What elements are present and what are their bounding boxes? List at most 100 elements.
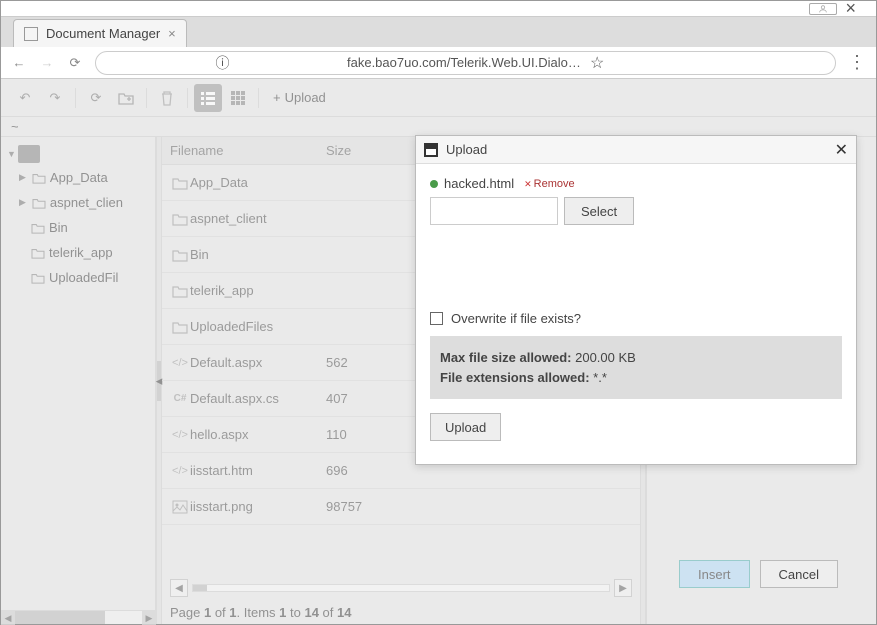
app-toolbar: ↶ ↷ ⟳ +Upload bbox=[1, 79, 876, 117]
expand-icon[interactable]: ▼ bbox=[7, 149, 16, 159]
site-info-icon[interactable]: ⓘ bbox=[104, 55, 341, 71]
browser-menu-icon[interactable]: ⋮ bbox=[848, 52, 866, 73]
folder-icon bbox=[31, 222, 45, 234]
list-row[interactable]: iisstart.png98757 bbox=[162, 489, 640, 525]
row-filename: hello.aspx bbox=[190, 427, 326, 442]
dialog-icon bbox=[424, 143, 438, 157]
upload-info-box: Max file size allowed: 200.00 KB File ex… bbox=[430, 336, 842, 399]
folder-icon bbox=[170, 248, 190, 262]
scroll-thumb[interactable] bbox=[15, 611, 105, 624]
max-size-value: 200.00 KB bbox=[572, 350, 636, 365]
file-path-input[interactable] bbox=[430, 197, 558, 225]
list-view-icon[interactable] bbox=[194, 84, 222, 112]
pager: Page 1 of 1. Items 1 to 14 of 14 bbox=[162, 601, 640, 624]
scroll-track[interactable] bbox=[192, 584, 610, 592]
scroll-right-icon[interactable]: ▶ bbox=[142, 611, 156, 624]
expand-icon[interactable]: ▶ bbox=[19, 197, 26, 208]
undo-icon[interactable]: ↶ bbox=[11, 84, 39, 112]
row-size: 696 bbox=[326, 463, 348, 478]
browser-tabs: Document Manager × bbox=[1, 17, 876, 47]
row-filename: Bin bbox=[190, 247, 326, 262]
selected-file-name: hacked.html bbox=[444, 176, 514, 191]
separator bbox=[187, 88, 188, 108]
separator bbox=[75, 88, 76, 108]
breadcrumb: ~ bbox=[1, 117, 876, 137]
tree-item-label: telerik_app bbox=[49, 245, 113, 260]
row-filename: Default.aspx bbox=[190, 355, 326, 370]
max-size-label: Max file size allowed: bbox=[440, 350, 572, 365]
dialog-footer: Insert Cancel bbox=[679, 560, 838, 588]
browser-tab[interactable]: Document Manager × bbox=[13, 19, 187, 47]
scroll-thumb[interactable] bbox=[193, 585, 207, 591]
status-dot-icon bbox=[430, 180, 438, 188]
row-size: 98757 bbox=[326, 499, 362, 514]
row-filename: telerik_app bbox=[190, 283, 326, 298]
reload-icon[interactable]: ⟳ bbox=[67, 55, 83, 71]
row-size: 407 bbox=[326, 391, 348, 406]
select-button[interactable]: Select bbox=[564, 197, 634, 225]
scroll-left-button[interactable]: ◀ bbox=[170, 579, 188, 597]
window-close-icon[interactable]: × bbox=[845, 0, 856, 19]
separator bbox=[146, 88, 147, 108]
row-filename: UploadedFiles bbox=[190, 319, 326, 334]
col-size[interactable]: Size bbox=[326, 143, 351, 158]
folder-icon bbox=[31, 272, 45, 284]
delete-icon[interactable] bbox=[153, 84, 181, 112]
bookmark-star-icon[interactable]: ☆ bbox=[590, 53, 827, 73]
separator bbox=[258, 88, 259, 108]
grid-view-icon[interactable] bbox=[224, 84, 252, 112]
row-size: 562 bbox=[326, 355, 348, 370]
window-chrome-top: × bbox=[1, 1, 876, 17]
back-icon[interactable]: ← bbox=[11, 55, 27, 71]
tree-item[interactable]: ▶App_Data bbox=[5, 165, 151, 190]
new-folder-icon[interactable] bbox=[112, 84, 140, 112]
upload-button[interactable]: +Upload bbox=[265, 90, 334, 105]
tab-close-icon[interactable]: × bbox=[168, 26, 176, 41]
cancel-button[interactable]: Cancel bbox=[760, 560, 838, 588]
refresh-icon[interactable]: ⟳ bbox=[82, 84, 110, 112]
overwrite-checkbox[interactable] bbox=[430, 312, 443, 325]
row-filename: Default.aspx.cs bbox=[190, 391, 326, 406]
folder-icon bbox=[170, 212, 190, 226]
code-icon: </> bbox=[170, 465, 190, 477]
forward-icon[interactable]: → bbox=[39, 55, 55, 71]
folder-icon bbox=[170, 320, 190, 334]
tree-item[interactable]: Bin bbox=[5, 215, 151, 240]
tree-item-label: Bin bbox=[49, 220, 68, 235]
user-account-icon[interactable] bbox=[809, 3, 837, 15]
do-upload-button[interactable]: Upload bbox=[430, 413, 501, 441]
tree-horizontal-scrollbar[interactable]: ◀ ▶ bbox=[1, 610, 156, 624]
row-filename: iisstart.htm bbox=[190, 463, 326, 478]
col-filename[interactable]: Filename bbox=[170, 143, 326, 158]
upload-label: Upload bbox=[285, 90, 326, 105]
root-folder-icon bbox=[18, 145, 40, 163]
extensions-value: *.* bbox=[590, 370, 607, 385]
remove-file-link[interactable]: Remove bbox=[524, 178, 575, 190]
row-filename: aspnet_client bbox=[190, 211, 326, 226]
scroll-right-button[interactable]: ▶ bbox=[614, 579, 632, 597]
dialog-close-icon[interactable]: ✕ bbox=[835, 140, 848, 160]
redo-icon[interactable]: ↷ bbox=[41, 84, 69, 112]
dialog-header: Upload ✕ bbox=[416, 136, 856, 164]
address-bar-row: ← → ⟳ ⓘ fake.bao7uo.com/Telerik.Web.UI.D… bbox=[1, 47, 876, 79]
tree-item[interactable]: telerik_app bbox=[5, 240, 151, 265]
insert-button[interactable]: Insert bbox=[679, 560, 750, 588]
scroll-track[interactable] bbox=[15, 611, 142, 624]
url-bar[interactable]: ⓘ fake.bao7uo.com/Telerik.Web.UI.DialogH… bbox=[95, 51, 836, 75]
row-filename: App_Data bbox=[190, 175, 326, 190]
list-scroll-spinner: ◀ ▶ bbox=[162, 575, 640, 601]
overwrite-row: Overwrite if file exists? bbox=[430, 311, 842, 326]
cs-icon: C# bbox=[170, 393, 190, 404]
scroll-left-icon[interactable]: ◀ bbox=[1, 611, 15, 624]
tree-item[interactable]: ▶aspnet_clien bbox=[5, 190, 151, 215]
row-size: 110 bbox=[326, 427, 347, 442]
page-icon bbox=[24, 27, 38, 41]
extensions-label: File extensions allowed: bbox=[440, 370, 590, 385]
row-filename: iisstart.png bbox=[190, 499, 326, 514]
tree-item-label: UploadedFil bbox=[49, 270, 118, 285]
tree-item[interactable]: UploadedFil bbox=[5, 265, 151, 290]
tree-root[interactable]: ▼ bbox=[5, 143, 151, 165]
folder-icon bbox=[31, 247, 45, 259]
expand-icon[interactable]: ▶ bbox=[19, 172, 26, 183]
url-text: fake.bao7uo.com/Telerik.Web.UI.DialogHan… bbox=[347, 55, 584, 70]
